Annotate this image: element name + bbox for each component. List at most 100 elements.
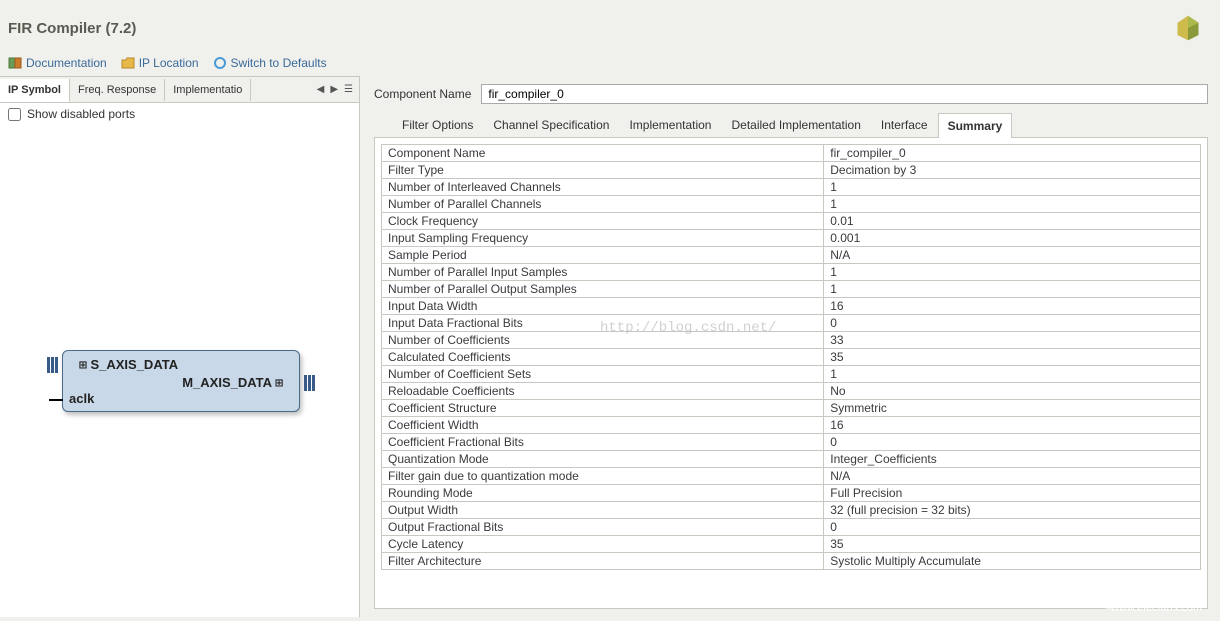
- summary-param-name: Reloadable Coefficients: [382, 383, 824, 400]
- summary-param-name: Number of Parallel Output Samples: [382, 281, 824, 298]
- summary-row: Input Data Width16: [382, 298, 1201, 315]
- summary-param-value: Symmetric: [824, 400, 1201, 417]
- summary-row: Input Data Fractional Bits0: [382, 315, 1201, 332]
- summary-row: Number of Parallel Input Samples1: [382, 264, 1201, 281]
- summary-param-name: Output Fractional Bits: [382, 519, 824, 536]
- summary-param-name: Quantization Mode: [382, 451, 824, 468]
- summary-row: Number of Parallel Output Samples1: [382, 281, 1201, 298]
- summary-param-value: 35: [824, 349, 1201, 366]
- show-disabled-ports-row: Show disabled ports: [0, 103, 359, 125]
- summary-param-value: fir_compiler_0: [824, 145, 1201, 162]
- tab-channel-specification[interactable]: Channel Specification: [483, 112, 619, 137]
- port-m-axis-data[interactable]: M_AXIS_DATA ⊞: [182, 375, 283, 391]
- tab-navigation: ◀ ▶ ☰: [315, 84, 359, 95]
- summary-param-value: 0: [824, 434, 1201, 451]
- summary-panel: Component Namefir_compiler_0Filter TypeD…: [374, 138, 1208, 609]
- expand-icon[interactable]: ⊞: [275, 376, 283, 391]
- port-s-axis-data[interactable]: ⊞ S_AXIS_DATA: [79, 357, 178, 373]
- summary-row: Coefficient Width16: [382, 417, 1201, 434]
- port-aclk[interactable]: aclk: [69, 391, 94, 406]
- ip-location-link[interactable]: IP Location: [121, 56, 199, 70]
- main-area: IP Symbol Freq. Response Implementatio ◀…: [0, 76, 1220, 617]
- component-name-input[interactable]: [481, 84, 1208, 104]
- tab-prev-icon[interactable]: ◀: [315, 84, 327, 95]
- summary-row: Output Fractional Bits0: [382, 519, 1201, 536]
- refresh-icon: [213, 56, 227, 70]
- summary-param-name: Number of Coefficients: [382, 332, 824, 349]
- summary-row: Number of Coefficients33: [382, 332, 1201, 349]
- summary-param-value: 1: [824, 366, 1201, 383]
- summary-param-value: 0.01: [824, 213, 1201, 230]
- summary-param-name: Output Width: [382, 502, 824, 519]
- show-disabled-ports-checkbox[interactable]: [8, 108, 21, 121]
- component-name-row: Component Name: [374, 84, 1208, 104]
- tab-ip-symbol[interactable]: IP Symbol: [0, 79, 70, 102]
- component-name-label: Component Name: [374, 87, 471, 101]
- summary-row: Calculated Coefficients35: [382, 349, 1201, 366]
- summary-table: Component Namefir_compiler_0Filter TypeD…: [381, 144, 1201, 570]
- summary-param-name: Input Data Fractional Bits: [382, 315, 824, 332]
- ip-block[interactable]: ⊞ S_AXIS_DATA M_AXIS_DATA ⊞ aclk: [62, 350, 300, 412]
- summary-param-value: N/A: [824, 247, 1201, 264]
- summary-row: Sample PeriodN/A: [382, 247, 1201, 264]
- summary-param-value: 16: [824, 298, 1201, 315]
- summary-param-name: Coefficient Width: [382, 417, 824, 434]
- summary-row: Number of Parallel Channels1: [382, 196, 1201, 213]
- summary-row: Output Width32 (full precision = 32 bits…: [382, 502, 1201, 519]
- right-tabs: Filter Options Channel Specification Imp…: [374, 112, 1208, 138]
- summary-row: Filter TypeDecimation by 3: [382, 162, 1201, 179]
- app-title: FIR Compiler (7.2): [8, 20, 136, 37]
- book-icon: [8, 56, 22, 70]
- tab-interface[interactable]: Interface: [871, 112, 938, 137]
- summary-param-name: Number of Interleaved Channels: [382, 179, 824, 196]
- left-tabs: IP Symbol Freq. Response Implementatio ◀…: [0, 77, 359, 103]
- summary-param-value: 1: [824, 179, 1201, 196]
- show-disabled-ports-label: Show disabled ports: [27, 107, 135, 121]
- switch-defaults-link[interactable]: Switch to Defaults: [213, 56, 327, 70]
- aclk-wire: [49, 399, 63, 401]
- left-panel: IP Symbol Freq. Response Implementatio ◀…: [0, 76, 360, 617]
- summary-param-name: Input Sampling Frequency: [382, 230, 824, 247]
- tab-implementation-right[interactable]: Implementation: [619, 112, 721, 137]
- tab-list-icon[interactable]: ☰: [342, 84, 355, 95]
- summary-param-value: Full Precision: [824, 485, 1201, 502]
- summary-param-name: Filter Architecture: [382, 553, 824, 570]
- tab-filter-options[interactable]: Filter Options: [392, 112, 483, 137]
- summary-row: Input Sampling Frequency0.001: [382, 230, 1201, 247]
- summary-row: Filter ArchitectureSystolic Multiply Acc…: [382, 553, 1201, 570]
- summary-param-value: 1: [824, 264, 1201, 281]
- summary-param-value: 33: [824, 332, 1201, 349]
- vivado-logo-icon: [1174, 14, 1202, 42]
- summary-param-value: 0: [824, 315, 1201, 332]
- bus-stub-left-icon: [47, 357, 58, 373]
- tab-summary[interactable]: Summary: [938, 113, 1013, 138]
- summary-param-value: Integer_Coefficients: [824, 451, 1201, 468]
- summary-param-value: No: [824, 383, 1201, 400]
- summary-param-name: Cycle Latency: [382, 536, 824, 553]
- summary-param-name: Coefficient Structure: [382, 400, 824, 417]
- summary-row: Rounding ModeFull Precision: [382, 485, 1201, 502]
- toolbar: Documentation IP Location Switch to Defa…: [0, 52, 1220, 76]
- summary-row: Filter gain due to quantization modeN/A: [382, 468, 1201, 485]
- tab-freq-response[interactable]: Freq. Response: [70, 79, 165, 101]
- tab-implementation[interactable]: Implementatio: [165, 79, 251, 101]
- tab-next-icon[interactable]: ▶: [328, 84, 340, 95]
- tab-detailed-implementation[interactable]: Detailed Implementation: [721, 112, 870, 137]
- folder-icon: [121, 56, 135, 70]
- documentation-link[interactable]: Documentation: [8, 56, 107, 70]
- expand-icon[interactable]: ⊞: [79, 358, 87, 373]
- summary-param-name: Coefficient Fractional Bits: [382, 434, 824, 451]
- header: FIR Compiler (7.2): [0, 0, 1220, 52]
- summary-param-value: Decimation by 3: [824, 162, 1201, 179]
- summary-row: Quantization ModeInteger_Coefficients: [382, 451, 1201, 468]
- summary-row: Number of Interleaved Channels1: [382, 179, 1201, 196]
- summary-param-value: 16: [824, 417, 1201, 434]
- summary-param-name: Filter gain due to quantization mode: [382, 468, 824, 485]
- summary-param-name: Number of Coefficient Sets: [382, 366, 824, 383]
- summary-row: Clock Frequency0.01: [382, 213, 1201, 230]
- summary-param-name: Input Data Width: [382, 298, 824, 315]
- right-panel: Component Name Filter Options Channel Sp…: [360, 76, 1220, 617]
- ip-symbol-canvas[interactable]: ⊞ S_AXIS_DATA M_AXIS_DATA ⊞ aclk: [0, 125, 359, 617]
- summary-param-value: 0.001: [824, 230, 1201, 247]
- summary-row: Reloadable CoefficientsNo: [382, 383, 1201, 400]
